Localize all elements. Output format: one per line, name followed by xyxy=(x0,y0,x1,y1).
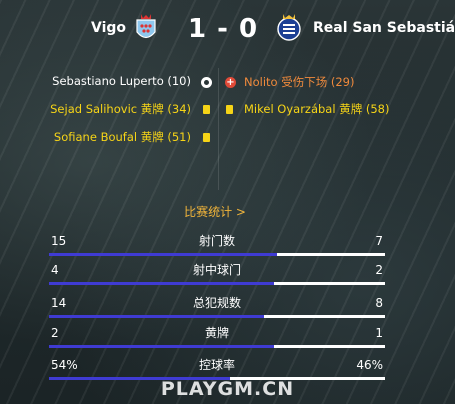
real-sociedad-crest-icon xyxy=(277,14,301,41)
event-text: Sejad Salihovic 黄牌 (34) xyxy=(50,102,191,116)
home-event-2[interactable]: Sofiane Boufal 黄牌 (51) xyxy=(54,129,191,145)
away-event-1[interactable]: Mikel Oyarzábal 黄牌 (58) xyxy=(244,101,389,117)
stat-home-value: 2 xyxy=(51,326,59,340)
stat-home-value: 15 xyxy=(51,234,67,248)
events-divider xyxy=(218,68,219,190)
home-event-1[interactable]: Sejad Salihovic 黄牌 (34) xyxy=(50,101,191,117)
yellow-card-icon xyxy=(203,105,210,114)
stat-bar xyxy=(49,282,385,285)
away-event-0[interactable]: Nolito 受伤下场 (29) xyxy=(244,74,355,90)
stat-home-value: 4 xyxy=(51,263,59,277)
stat-row: 总犯规数 14 8 xyxy=(49,295,385,323)
stat-bar xyxy=(49,315,385,318)
stat-away-value: 8 xyxy=(375,296,383,310)
stat-row: 射中球门 4 2 xyxy=(49,262,385,290)
stat-label: 总犯规数 xyxy=(192,296,241,310)
stat-bar-home-fill xyxy=(49,282,275,285)
yellow-card-icon xyxy=(226,105,233,114)
event-text: Nolito 受伤下场 (29) xyxy=(244,75,355,89)
match-score: 1 - 0 xyxy=(188,14,259,44)
stat-label: 射中球门 xyxy=(192,263,241,277)
stat-away-value: 2 xyxy=(375,263,383,277)
stat-bar-home-fill xyxy=(49,345,275,348)
home-team-name[interactable]: Vigo xyxy=(91,20,126,36)
stat-row: 黄牌 2 1 xyxy=(49,325,385,353)
match-stats-link[interactable]: 比赛统计 > xyxy=(0,203,430,220)
event-text: Mikel Oyarzábal 黄牌 (58) xyxy=(244,102,390,116)
event-text: Sebastiano Luperto (10) xyxy=(52,74,191,88)
stat-label: 黄牌 xyxy=(204,326,229,340)
stat-away-value: 46% xyxy=(356,358,383,372)
stat-bar-home-fill xyxy=(49,315,265,318)
stat-row: 射门数 15 7 xyxy=(49,233,385,261)
stat-bar xyxy=(49,345,385,348)
stat-bar-home-fill xyxy=(49,253,278,256)
match-header: Vigo 1 - 0 Real San Sebastián xyxy=(0,0,455,62)
injury-icon: + xyxy=(225,77,236,88)
stat-home-value: 14 xyxy=(51,296,67,310)
yellow-card-icon xyxy=(203,133,210,142)
home-event-0[interactable]: Sebastiano Luperto (10) xyxy=(52,74,191,88)
stat-label: 射门数 xyxy=(198,234,235,248)
celta-vigo-crest-icon xyxy=(136,14,156,39)
stat-away-value: 7 xyxy=(375,234,383,248)
stat-bar xyxy=(49,253,385,256)
stat-label: 控球率 xyxy=(198,358,235,372)
watermark: PLAYGM.CN xyxy=(160,378,295,400)
gear-icon xyxy=(201,77,212,88)
event-text: Sofiane Boufal 黄牌 (51) xyxy=(53,130,191,144)
stat-away-value: 1 xyxy=(375,326,383,340)
away-team-name[interactable]: Real San Sebastián xyxy=(313,20,455,36)
stat-home-value: 54% xyxy=(51,358,78,372)
